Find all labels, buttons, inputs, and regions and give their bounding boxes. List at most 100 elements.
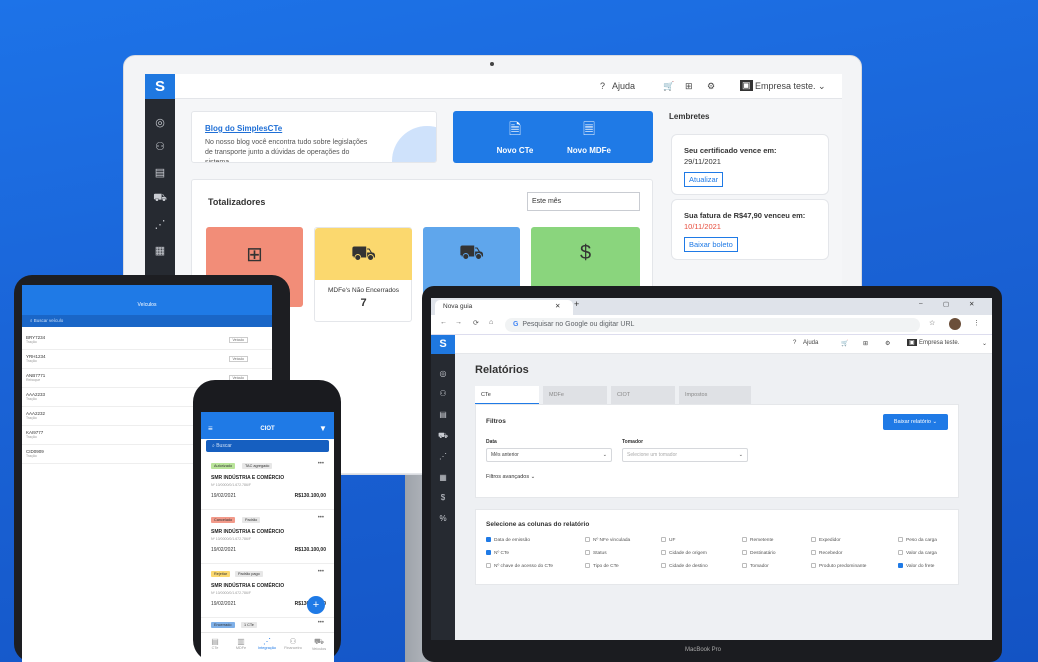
column-checkbox[interactable]: Status bbox=[585, 550, 607, 556]
more-icon[interactable]: ••• bbox=[318, 461, 324, 467]
column-checkbox[interactable]: Produto predominante bbox=[811, 563, 866, 569]
new-cte-button[interactable]: Novo CTe bbox=[475, 146, 555, 155]
nav-mdfe[interactable]: ▥ MDFe bbox=[228, 637, 254, 650]
chevron-down-icon[interactable]: ⌄ bbox=[982, 340, 987, 347]
more-menu-icon[interactable]: ⋮ bbox=[973, 319, 980, 327]
download-report-button[interactable]: Baixar relatório ⌄ bbox=[883, 414, 948, 430]
more-icon[interactable]: ••• bbox=[318, 515, 324, 521]
blog-card[interactable]: Blog do SimplesCTe No nosso blog você en… bbox=[191, 111, 437, 163]
integration-icon[interactable]: ⋰ bbox=[151, 218, 169, 232]
maximize-icon[interactable]: ▢ bbox=[943, 300, 949, 308]
ciot-card[interactable]: Autorizado TAC agregado ••• SMR INDÚSTRI… bbox=[201, 456, 334, 510]
help-link[interactable]: Ajuda bbox=[612, 81, 635, 91]
star-icon[interactable]: ☆ bbox=[929, 319, 935, 327]
gear-icon[interactable]: ⚙ bbox=[885, 340, 890, 347]
users-icon[interactable]: ⚇ bbox=[151, 140, 169, 154]
nav-vehicles[interactable]: ⛟ Veículos bbox=[306, 637, 332, 651]
avatar[interactable] bbox=[949, 318, 961, 330]
column-checkbox[interactable]: Expedidor bbox=[811, 537, 841, 543]
advanced-filters-toggle[interactable]: Filtros avançados ⌄ bbox=[486, 474, 535, 480]
column-checkbox[interactable]: UF bbox=[661, 537, 675, 543]
gift-icon[interactable]: ⊞ bbox=[863, 340, 868, 347]
nav-cte[interactable]: ▤ CTe bbox=[202, 637, 228, 650]
back-icon[interactable]: ← bbox=[440, 319, 447, 326]
column-checkbox[interactable]: Valor do frete bbox=[898, 563, 934, 569]
column-checkbox[interactable]: Nº NFe vinculada bbox=[585, 537, 630, 543]
tab-cte[interactable]: CTe bbox=[475, 386, 539, 404]
truck-icon[interactable]: ⛟ bbox=[435, 431, 451, 441]
date-select[interactable]: Mês anterior ⌄ bbox=[486, 448, 612, 462]
phone-search[interactable]: ⌕ Buscar bbox=[206, 440, 329, 452]
update-button[interactable]: Atualizar bbox=[684, 172, 724, 187]
percent-icon[interactable]: % bbox=[435, 514, 451, 523]
column-checkbox[interactable]: Remetente bbox=[742, 537, 773, 543]
column-checkbox[interactable]: Valor da carga bbox=[898, 550, 937, 556]
top-bar: ? Ajuda 🛒 ⊞ ⚙ ▣ Empresa teste. ⌄ bbox=[455, 335, 992, 354]
more-icon[interactable]: ••• bbox=[318, 620, 324, 626]
filter-icon[interactable]: ▼ bbox=[319, 424, 327, 433]
app-logo[interactable]: S bbox=[431, 335, 455, 354]
help-link[interactable]: Ajuda bbox=[803, 340, 818, 346]
help-icon[interactable]: ? bbox=[600, 81, 605, 91]
company-menu[interactable]: Empresa teste. bbox=[919, 340, 959, 346]
chevron-down-icon[interactable]: ⌄ bbox=[818, 81, 826, 92]
tab-mdfe[interactable]: MDFe bbox=[543, 386, 607, 404]
download-slip-button[interactable]: Baixar boleto bbox=[684, 237, 738, 252]
column-checkbox[interactable]: Nº chave de acesso do CTe bbox=[486, 563, 553, 569]
cte-icon: ▤ bbox=[211, 637, 219, 646]
cart-icon[interactable]: 🛒 bbox=[841, 340, 848, 347]
reload-icon[interactable]: ⟳ bbox=[473, 319, 479, 327]
tab-ciot[interactable]: CIOT bbox=[611, 386, 675, 404]
minimize-icon[interactable]: – bbox=[919, 300, 923, 307]
integration-icon[interactable]: ⋰ bbox=[435, 452, 451, 461]
truck-icon[interactable]: ⛟ bbox=[151, 192, 169, 206]
company-menu[interactable]: Empresa teste. bbox=[755, 81, 816, 91]
column-checkbox[interactable]: Data de emissão bbox=[486, 537, 530, 543]
gift-icon[interactable]: ⊞ bbox=[685, 81, 693, 92]
column-checkbox[interactable]: Tipo de CTe bbox=[585, 563, 619, 569]
ciot-card[interactable]: Encerrado 1 CTe ••• bbox=[201, 618, 334, 632]
nav-integration[interactable]: ⋰ Integração bbox=[254, 637, 280, 650]
report-icon[interactable]: ▦ bbox=[435, 473, 451, 482]
taker-select[interactable]: Selecione um tomador ⌄ bbox=[622, 448, 748, 462]
dollar-icon[interactable]: $ bbox=[435, 493, 451, 502]
home-icon[interactable]: ⌂ bbox=[489, 319, 493, 326]
close-icon[interactable]: ✕ bbox=[555, 302, 560, 310]
document-icon[interactable]: ▤ bbox=[151, 166, 169, 180]
dashboard-icon[interactable]: ◎ bbox=[151, 116, 169, 130]
cart-icon[interactable]: 🛒 bbox=[663, 81, 674, 92]
document-icon[interactable]: ▤ bbox=[435, 410, 451, 419]
close-window-icon[interactable]: ✕ bbox=[969, 300, 974, 308]
gear-icon[interactable]: ⚙ bbox=[707, 81, 715, 92]
column-checkbox[interactable]: Cidade de origem bbox=[661, 550, 707, 556]
app-logo[interactable]: S bbox=[145, 74, 175, 99]
column-checkbox[interactable]: Nº CTe bbox=[486, 550, 509, 556]
column-checkbox[interactable]: Peso da carga bbox=[898, 537, 937, 543]
column-checkbox[interactable]: Recebedor bbox=[811, 550, 842, 556]
tile-open-mdfe[interactable]: ⛟ MDFe's Não Encerrados 7 bbox=[314, 227, 412, 322]
more-icon[interactable]: ••• bbox=[318, 569, 324, 575]
help-icon[interactable]: ? bbox=[793, 340, 796, 346]
nav-finance[interactable]: ⚇ Financeiro bbox=[280, 637, 306, 650]
tab-taxes[interactable]: Impostos bbox=[679, 386, 751, 404]
type-badge: Padrão bbox=[242, 517, 261, 523]
list-item[interactable]: YRH1234 Tração Veículo bbox=[22, 350, 272, 369]
forward-icon[interactable]: → bbox=[455, 319, 462, 326]
tablet-search[interactable]: ⌕ Buscar veículo bbox=[22, 315, 272, 327]
blog-title[interactable]: Blog do SimplesCTe bbox=[205, 124, 282, 133]
dashboard-icon[interactable]: ◎ bbox=[435, 369, 451, 378]
browser-tab[interactable]: Nova guia ✕ bbox=[435, 300, 573, 315]
period-select[interactable]: Este mês bbox=[527, 192, 640, 211]
add-button[interactable]: + bbox=[307, 596, 325, 614]
users-icon[interactable]: ⚇ bbox=[435, 389, 451, 398]
ciot-date: 19/02/2021 bbox=[211, 601, 237, 607]
column-checkbox[interactable]: Cidade de destino bbox=[661, 563, 708, 569]
new-mdfe-button[interactable]: Novo MDFe bbox=[549, 146, 629, 155]
report-icon[interactable]: ▦ bbox=[151, 244, 169, 258]
address-bar[interactable]: G Pesquisar no Google ou digitar URL bbox=[505, 318, 920, 332]
ciot-card[interactable]: Cancelado Padrão ••• SMR INDÚSTRIA E COM… bbox=[201, 510, 334, 564]
column-checkbox[interactable]: Destinatário bbox=[742, 550, 776, 556]
column-checkbox[interactable]: Tomador bbox=[742, 563, 769, 569]
list-item[interactable]: BRY7234 Tração Veículo bbox=[22, 331, 272, 350]
new-tab-icon[interactable]: + bbox=[574, 299, 579, 309]
